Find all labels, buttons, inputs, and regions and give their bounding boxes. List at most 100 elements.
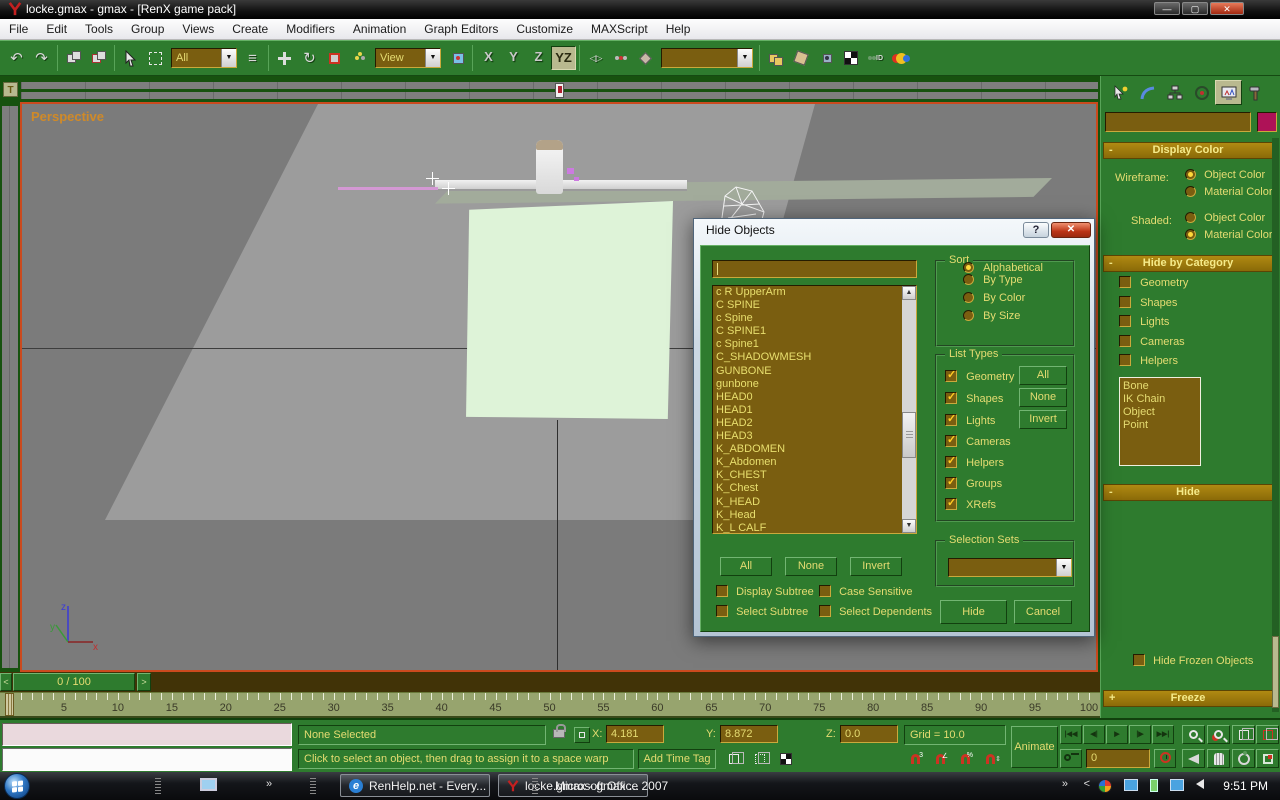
render-scene-icon[interactable]: [838, 45, 863, 71]
box-mesh[interactable]: [465, 201, 673, 419]
maxscript-listener-field[interactable]: [2, 748, 292, 771]
field-of-view-icon[interactable]: [1182, 749, 1205, 768]
selection-button[interactable]: None: [785, 557, 837, 576]
rollout-freeze[interactable]: + Freeze: [1103, 690, 1273, 707]
snap-toggle-3d-icon[interactable]: 3: [904, 749, 927, 769]
tab-utilities[interactable]: [1242, 80, 1269, 105]
object-list-item[interactable]: K_ABDOMEN: [713, 443, 916, 456]
select-and-rotate-icon[interactable]: ↻: [297, 45, 322, 71]
list-type-button[interactable]: None: [1019, 388, 1067, 407]
panel-scrollbar[interactable]: [1272, 138, 1279, 712]
angle-snap-icon[interactable]: ∠: [929, 749, 952, 769]
object-list-item[interactable]: HEAD1: [713, 404, 916, 417]
top-viewport-minimized[interactable]: [21, 82, 1098, 99]
object-list-item[interactable]: c R UpperArm: [713, 286, 916, 299]
menu-item[interactable]: Animation: [344, 19, 415, 39]
menu-item[interactable]: Tools: [76, 19, 122, 39]
manipulate-icon[interactable]: [347, 45, 372, 71]
selection-lock-icon[interactable]: [553, 729, 565, 738]
object-list-item[interactable]: K_L CALF: [713, 522, 916, 534]
dropdown-arrow-icon[interactable]: ▼: [1056, 559, 1071, 576]
align-icon[interactable]: [633, 45, 658, 71]
tab-display[interactable]: [1215, 80, 1242, 105]
absolute-mode-toggle[interactable]: [574, 727, 590, 743]
object-list-item[interactable]: GUNBONE: [713, 365, 916, 378]
scroll-down-icon[interactable]: ▼: [902, 519, 916, 533]
viewport-label[interactable]: Perspective: [31, 109, 104, 124]
redo-icon[interactable]: ↷: [29, 45, 54, 71]
list-item[interactable]: IK Chain Object: [1123, 393, 1200, 419]
dialog-close-button[interactable]: ✕: [1051, 222, 1091, 238]
object-list-item[interactable]: gunbone: [713, 378, 916, 391]
previous-frame-button[interactable]: <: [0, 673, 12, 691]
schematic-view-icon[interactable]: [788, 45, 813, 71]
category-checkbox-row[interactable]: Helpers: [1119, 354, 1188, 374]
object-list-item[interactable]: K_Chest: [713, 482, 916, 495]
object-search-input[interactable]: [712, 260, 917, 278]
track-view-icon[interactable]: [763, 45, 788, 71]
category-custom-list[interactable]: BoneIK Chain ObjectPoint: [1119, 377, 1201, 466]
hide-frozen-objects-checkbox[interactable]: Hide Frozen Objects: [1133, 654, 1253, 667]
axis-constraint-button[interactable]: Y: [501, 46, 526, 70]
scrollbar-thumb[interactable]: [1272, 636, 1279, 708]
office-overflow-icon[interactable]: »: [1062, 778, 1068, 790]
object-list-item[interactable]: HEAD2: [713, 417, 916, 430]
zoom-extents-all-icon[interactable]: [1256, 725, 1279, 744]
selection-button[interactable]: All: [720, 557, 772, 576]
dropdown-arrow-icon[interactable]: ▼: [425, 49, 440, 67]
adaptive-degradation-icon[interactable]: [722, 749, 745, 769]
selection-sets-dropdown[interactable]: ▼: [948, 558, 1072, 577]
menu-item[interactable]: Graph Editors: [415, 19, 507, 39]
set-key-icon[interactable]: [1060, 749, 1082, 768]
category-checkbox-row[interactable]: Lights: [1119, 315, 1188, 335]
arc-rotate-icon[interactable]: [1232, 749, 1255, 768]
object-list-item[interactable]: c Spine: [713, 312, 916, 325]
top-viewport-label[interactable]: T: [3, 82, 18, 97]
sort-option[interactable]: Alphabetical: [963, 262, 1043, 274]
undo-icon[interactable]: ↶: [4, 45, 29, 71]
playback-button[interactable]: |▶: [1129, 725, 1151, 744]
menu-item[interactable]: Group: [122, 19, 173, 39]
list-type-checkbox-row[interactable]: Helpers: [945, 456, 1004, 469]
named-selection-sets-dropdown[interactable]: ▼: [661, 48, 753, 68]
tray-office-icon[interactable]: [1098, 779, 1112, 793]
sort-option[interactable]: By Size: [963, 310, 1020, 322]
close-button[interactable]: ✕: [1210, 2, 1244, 15]
select-and-link-icon[interactable]: [61, 45, 86, 71]
rollout-display-color[interactable]: - Display Color: [1103, 142, 1273, 159]
tray-collapse-icon[interactable]: <: [1084, 778, 1090, 790]
select-object-icon[interactable]: [118, 45, 143, 71]
tray-volume-icon[interactable]: [1196, 779, 1204, 789]
dialog-option-checkbox[interactable]: Select Dependents: [819, 605, 932, 618]
min-max-toggle-icon[interactable]: [1256, 749, 1279, 768]
select-and-scale-icon[interactable]: [322, 45, 347, 71]
show-desktop-icon[interactable]: [200, 778, 217, 791]
object-list[interactable]: c R UpperArmC SPINEc SpineC SPINE1c Spin…: [712, 285, 917, 534]
object-color-swatch[interactable]: [1257, 112, 1277, 132]
tray-display-icon[interactable]: [1124, 779, 1138, 791]
playback-button[interactable]: ◀|: [1083, 725, 1105, 744]
macro-recorder-field[interactable]: [2, 723, 292, 746]
material-editor-icon[interactable]: [813, 45, 838, 71]
use-center-icon[interactable]: [444, 45, 469, 71]
list-type-checkbox-row[interactable]: Cameras: [945, 435, 1011, 448]
render-last-icon[interactable]: [888, 45, 913, 71]
mirror-icon[interactable]: ◁▷: [583, 45, 608, 71]
rollout-hide[interactable]: - Hide: [1103, 484, 1273, 501]
dropdown-arrow-icon[interactable]: ▼: [737, 49, 752, 67]
axis-constraint-button[interactable]: Z: [526, 46, 551, 70]
next-frame-button[interactable]: >: [137, 673, 151, 691]
add-time-tag[interactable]: Add Time Tag: [638, 749, 716, 769]
object-list-item[interactable]: HEAD3: [713, 430, 916, 443]
radio-option[interactable]: Object Color: [1185, 169, 1273, 186]
checker-cube-icon[interactable]: [774, 749, 797, 769]
array-icon[interactable]: [608, 45, 633, 71]
select-and-move-icon[interactable]: [272, 45, 297, 71]
object-list-item[interactable]: C SPINE1: [713, 325, 916, 338]
list-type-checkbox-row[interactable]: Lights: [945, 414, 995, 427]
select-by-name-icon[interactable]: ≡: [240, 45, 265, 71]
tab-modify[interactable]: [1134, 80, 1161, 105]
rifle-barrel-mesh[interactable]: [338, 187, 438, 190]
menu-item[interactable]: Customize: [507, 19, 582, 39]
minimize-button[interactable]: —: [1154, 2, 1180, 15]
